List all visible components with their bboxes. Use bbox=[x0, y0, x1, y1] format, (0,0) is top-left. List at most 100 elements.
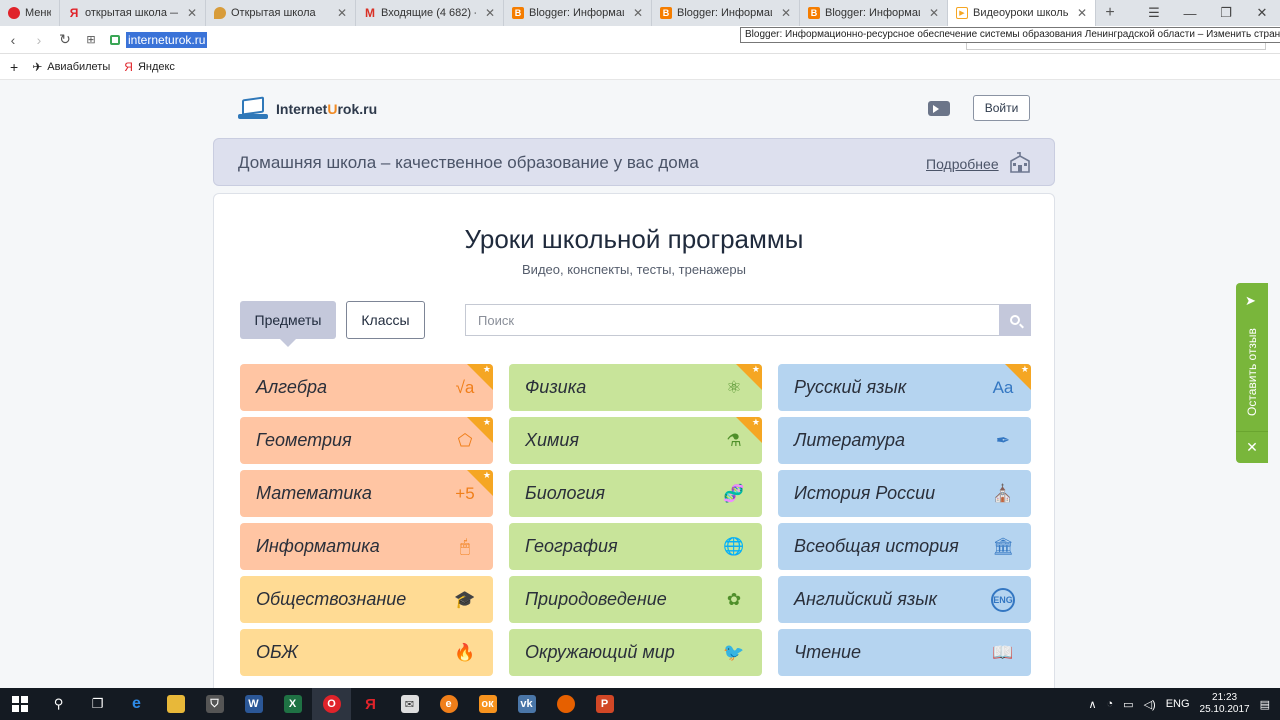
subject-tile[interactable]: Физика ⚛ bbox=[509, 364, 762, 411]
dna-icon: 🧬 bbox=[723, 484, 745, 503]
subject-tile[interactable]: Окружающий мир 🐦 bbox=[509, 629, 762, 676]
url-text[interactable]: interneturok.ru bbox=[126, 31, 208, 48]
explorer-icon[interactable] bbox=[156, 688, 195, 720]
opera-logo-icon bbox=[8, 7, 20, 19]
excel-icon[interactable]: X bbox=[273, 688, 312, 720]
subject-tile[interactable]: Биология 🧬 bbox=[509, 470, 762, 517]
volume-icon[interactable]: ◁) bbox=[1144, 698, 1156, 711]
subject-name: Химия bbox=[525, 430, 579, 450]
restore-icon[interactable]: ❐ bbox=[1208, 5, 1244, 21]
subject-tile[interactable]: История России ⛪ bbox=[778, 470, 1031, 517]
search-input[interactable] bbox=[465, 304, 999, 336]
subject-name: ОБЖ bbox=[256, 642, 298, 662]
opera-taskbar-icon[interactable]: O bbox=[312, 688, 351, 720]
close-tab-icon[interactable]: ✕ bbox=[485, 6, 495, 20]
blogger-icon: B bbox=[660, 7, 672, 19]
subject-name: Математика bbox=[256, 483, 372, 503]
tab-label: открытая школа — Янд bbox=[85, 7, 178, 19]
notifications-icon[interactable]: ▤ bbox=[1260, 698, 1270, 711]
home-school-banner: Домашняя школа – качественное образовани… bbox=[213, 138, 1055, 186]
subject-tile[interactable]: Математика +5 bbox=[240, 470, 493, 517]
battery-icon[interactable]: ▭ bbox=[1123, 698, 1133, 711]
firefox-icon[interactable] bbox=[546, 688, 585, 720]
page-title: Уроки школьной программы bbox=[464, 224, 804, 254]
windows-start-button[interactable] bbox=[0, 688, 39, 720]
close-tab-icon[interactable]: ✕ bbox=[633, 6, 643, 20]
tab-menu-icon[interactable]: ☰ bbox=[1136, 5, 1172, 21]
featured-star-icon bbox=[467, 364, 493, 390]
blogger-icon: B bbox=[512, 7, 524, 19]
ie-icon[interactable]: e bbox=[429, 688, 468, 720]
feedback-close-button[interactable]: ✕ bbox=[1236, 431, 1268, 463]
minimize-icon[interactable]: — bbox=[1172, 6, 1208, 21]
bookmark-yandex[interactable]: Я Яндекс bbox=[124, 60, 175, 74]
feedback-widget[interactable]: ➤ Оставить отзыв ✕ bbox=[1236, 283, 1268, 463]
forward-icon[interactable]: › bbox=[26, 32, 52, 48]
bookmark-avia[interactable]: ✈ Авиабилеты bbox=[32, 60, 110, 74]
yandex-taskbar-icon[interactable]: Я bbox=[351, 688, 390, 720]
browser-tab[interactable]: Открытая школа ✕ bbox=[206, 0, 356, 26]
reload-icon[interactable]: ↻ bbox=[52, 31, 78, 48]
tray-expand-icon[interactable]: ∧ bbox=[1088, 698, 1096, 711]
odnoklassniki-icon[interactable]: ок bbox=[468, 688, 507, 720]
subject-tile[interactable]: Литература ✒ bbox=[778, 417, 1031, 464]
login-button[interactable]: Войти bbox=[973, 95, 1030, 121]
close-window-icon[interactable]: ✕ bbox=[1244, 5, 1280, 21]
close-tab-icon[interactable]: ✕ bbox=[781, 6, 791, 20]
vk-icon[interactable]: vk bbox=[507, 688, 546, 720]
feedback-label[interactable]: Оставить отзыв bbox=[1236, 317, 1268, 427]
network-icon[interactable]: ◔ bbox=[1107, 698, 1114, 710]
browser-tab[interactable]: B Blogger: Информацион ✕ bbox=[800, 0, 948, 26]
mail-icon[interactable]: ✉ bbox=[390, 688, 429, 720]
close-tab-icon[interactable]: ✕ bbox=[1077, 6, 1087, 20]
back-icon[interactable]: ‹ bbox=[0, 32, 26, 48]
book-icon: 📖 bbox=[992, 643, 1014, 662]
subjects-grid: Алгебра√a Физика⚛ Русский языкAa Геометрия⬠… bbox=[240, 364, 1031, 676]
subject-tile[interactable]: Обществознание 🎓 bbox=[240, 576, 493, 623]
opera-menu-button[interactable]: Меню bbox=[0, 0, 60, 26]
subject-tile[interactable]: Чтение 📖 bbox=[778, 629, 1031, 676]
browser-tab[interactable]: B Blogger: Информацион ✕ bbox=[652, 0, 800, 26]
browser-tab[interactable]: B Blogger: Информацион ✕ bbox=[504, 0, 652, 26]
mouse-icon: 🖱 bbox=[459, 537, 471, 556]
tab-classes[interactable]: Классы bbox=[346, 301, 425, 339]
subject-tile[interactable]: Геометрия ⬠ bbox=[240, 417, 493, 464]
new-tab-button[interactable]: + bbox=[1096, 0, 1124, 26]
banner-more-link[interactable]: Подробнее bbox=[926, 156, 999, 172]
powerpoint-icon[interactable]: P bbox=[585, 688, 624, 720]
featured-star-icon bbox=[1005, 364, 1031, 390]
speed-dial-icon[interactable]: ⊞ bbox=[78, 33, 104, 46]
subject-tile[interactable]: Английский язык ENG bbox=[778, 576, 1031, 623]
subject-tile[interactable]: ОБЖ 🔥 bbox=[240, 629, 493, 676]
store-icon[interactable]: ⛉ bbox=[195, 688, 234, 720]
subject-tile[interactable]: Природоведение ✿ bbox=[509, 576, 762, 623]
subject-tile[interactable]: Всеобщая история 🏛 bbox=[778, 523, 1031, 570]
search-taskbar-icon[interactable]: ⚲ bbox=[39, 688, 78, 720]
search-button[interactable] bbox=[999, 304, 1031, 336]
send-icon: ➤ bbox=[1245, 293, 1256, 308]
subject-tile[interactable]: Информатика 🖱 bbox=[240, 523, 493, 570]
word-icon[interactable]: W bbox=[234, 688, 273, 720]
subject-tile[interactable]: Алгебра √a bbox=[240, 364, 493, 411]
site-logo[interactable]: InternetUrok.ru bbox=[238, 96, 377, 122]
task-view-icon[interactable]: ❐ bbox=[78, 688, 117, 720]
browser-tab[interactable]: M Входящие (4 682) - marg ✕ bbox=[356, 0, 504, 26]
subject-tile[interactable]: География 🌐 bbox=[509, 523, 762, 570]
edge-icon[interactable]: e bbox=[117, 688, 156, 720]
subject-name: Чтение bbox=[794, 642, 862, 662]
add-bookmark-icon[interactable]: + bbox=[10, 59, 18, 75]
browser-tab[interactable]: Я открытая школа — Янд ✕ bbox=[60, 0, 206, 26]
language-indicator[interactable]: ENG bbox=[1166, 698, 1190, 710]
subject-tile[interactable]: Химия ⚗ bbox=[509, 417, 762, 464]
browser-tab-active[interactable]: ▶ Видеоуроки школьной ✕ bbox=[948, 0, 1096, 26]
video-vk-icon[interactable] bbox=[928, 101, 950, 116]
close-tab-icon[interactable]: ✕ bbox=[187, 6, 197, 20]
clock[interactable]: 21:23 25.10.2017 bbox=[1200, 692, 1250, 716]
subject-tile[interactable]: Русский язык Aa bbox=[778, 364, 1031, 411]
tab-label: Blogger: Информацион bbox=[677, 7, 772, 19]
blogger-icon: B bbox=[808, 7, 820, 19]
bookmark-label: Авиабилеты bbox=[47, 60, 111, 73]
tab-subjects[interactable]: Предметы bbox=[240, 301, 336, 347]
close-tab-icon[interactable]: ✕ bbox=[929, 6, 939, 20]
close-tab-icon[interactable]: ✕ bbox=[337, 6, 347, 20]
